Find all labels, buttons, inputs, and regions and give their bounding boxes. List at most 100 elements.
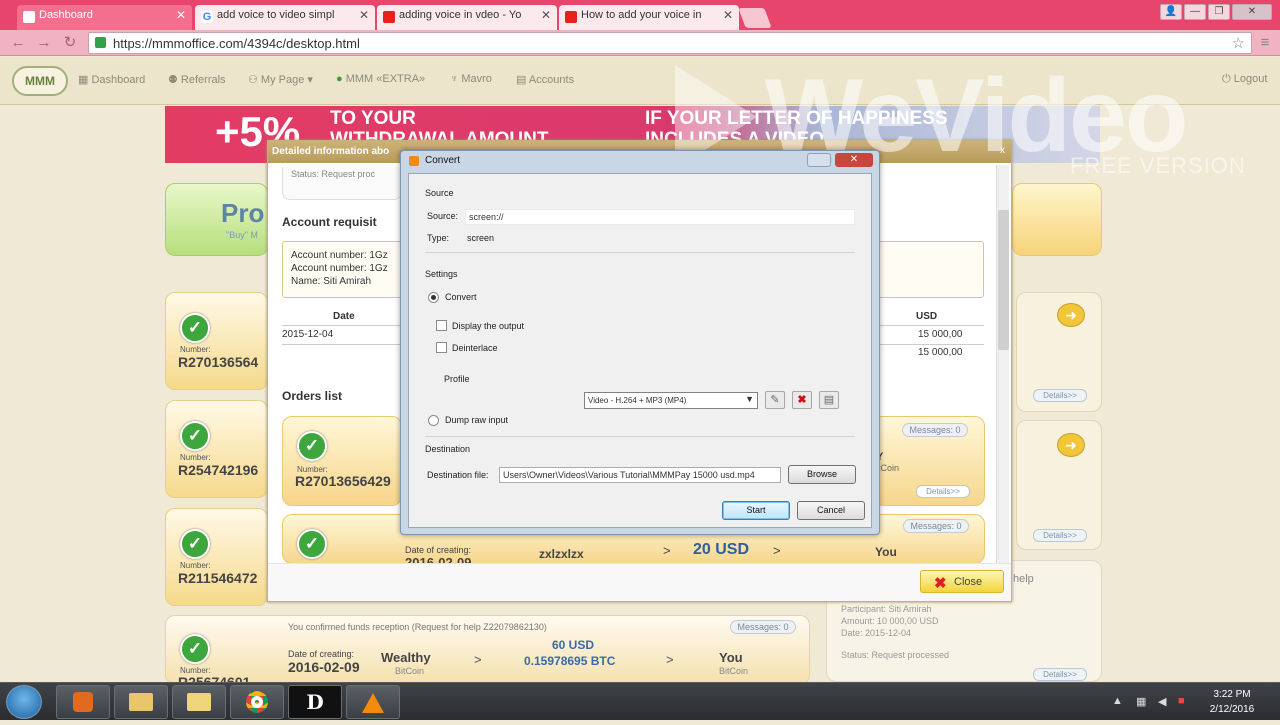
chrome-icon[interactable]	[230, 685, 284, 719]
logout-link[interactable]: ⏻ Logout	[1222, 73, 1267, 86]
right-card[interactable]: ➜ Details>>	[1016, 292, 1102, 412]
dropdown-arrow-icon: ▼	[745, 394, 754, 404]
order-card[interactable]: ✓ Number: R270136564	[165, 292, 268, 390]
messages-button[interactable]: Messages: 0	[902, 423, 968, 437]
user-icon[interactable]: 👤	[1160, 4, 1182, 20]
messages-button[interactable]: Messages: 0	[903, 519, 969, 533]
tray-app-icon[interactable]: ■	[1178, 695, 1185, 707]
nav-label: Mavro	[461, 73, 492, 85]
tab-label: adding voice in vdeo - Yo	[399, 9, 522, 21]
close-tab-icon[interactable]: ✕	[176, 8, 186, 22]
menu-icon[interactable]: ≡	[1256, 34, 1274, 52]
display-output-label: Display the output	[452, 321, 525, 331]
mmm-logo[interactable]: MMM	[12, 66, 68, 96]
modal-order-card-right[interactable]: Messages: 0 Y itCoin Details>>	[873, 416, 985, 506]
minimize-button[interactable]: —	[1184, 4, 1206, 20]
details-button[interactable]: Details>>	[1033, 529, 1087, 542]
right-card[interactable]: ➜ Details>>	[1016, 420, 1102, 550]
tray-volume-icon[interactable]: ◀	[1158, 695, 1166, 708]
messages-button[interactable]: Messages: 0	[730, 620, 796, 634]
source-field[interactable]: screen://	[465, 209, 855, 225]
tray-clock[interactable]: 3:22 PM 2/12/2016	[1192, 687, 1272, 717]
page-favicon-icon	[23, 11, 35, 23]
cancel-button[interactable]: Cancel	[797, 501, 865, 520]
status-line: Status: Request proc	[291, 169, 376, 179]
order-card[interactable]: ✓ Number: R254742196	[165, 400, 268, 498]
details-button[interactable]: Details>>	[1033, 389, 1087, 402]
type-value: screen	[467, 233, 495, 243]
check-icon: ✓	[297, 431, 327, 461]
delete-profile-icon[interactable]: ✖	[792, 391, 812, 409]
tab-youtube-2[interactable]: How to add your voice in ✕	[559, 5, 739, 30]
arrow-right-icon[interactable]: ➜	[1057, 303, 1085, 327]
back-icon[interactable]: ←	[8, 33, 28, 53]
convert-radio[interactable]	[428, 292, 439, 303]
tray-network-icon[interactable]: ▦	[1136, 695, 1146, 708]
close-tab-icon[interactable]: ✕	[541, 8, 551, 22]
edit-profile-icon[interactable]: ✎	[765, 391, 785, 409]
arrow-icon: >	[666, 652, 674, 667]
browse-button[interactable]: Browse	[788, 465, 856, 484]
promo-subtitle: "Buy" M	[226, 230, 258, 240]
nav-mavro[interactable]: ♆ Mavro	[450, 73, 492, 85]
details-button[interactable]: Details>>	[1033, 668, 1087, 681]
order-to-sub: BitCoin	[719, 666, 749, 676]
nav-my-page[interactable]: ⚇ My Page ▾	[248, 73, 313, 86]
destination-file-input[interactable]: Users\Owner\Videos\Various Tutorial\MMMP…	[499, 467, 781, 483]
order-to: You	[719, 650, 743, 665]
new-tab-button[interactable]	[738, 8, 772, 28]
modal-scrollbar[interactable]	[996, 165, 1009, 563]
order-number: R270136564	[178, 354, 259, 370]
close-window-button[interactable]: ✕	[1232, 4, 1272, 20]
close-button[interactable]: ✖ Close	[920, 570, 1004, 593]
check-icon: ✓	[180, 313, 210, 343]
display-output-checkbox[interactable]	[436, 320, 447, 331]
modal-order-card[interactable]: ✓ Number: R27013656429	[282, 416, 402, 506]
order-card-last[interactable]: ✓ Number: R25674601 You confirmed funds …	[165, 615, 810, 690]
nav-dashboard[interactable]: ▦ Dashboard	[78, 73, 145, 86]
tab-dashboard[interactable]: Dashboard ✕	[17, 5, 192, 30]
vlc-taskbar-icon[interactable]	[346, 685, 400, 719]
close-dialog-button[interactable]: ✕	[835, 153, 873, 167]
nav-accounts[interactable]: ▤ Accounts	[516, 73, 574, 86]
start-button[interactable]: Start	[722, 501, 790, 520]
forward-icon[interactable]: →	[34, 33, 54, 53]
profile-select[interactable]: Video - H.264 + MP3 (MP4) ▼	[584, 392, 758, 409]
tab-search[interactable]: G add voice to video simpl ✕	[195, 5, 375, 30]
modal-close-icon[interactable]: x	[1000, 145, 1005, 156]
close-tab-icon[interactable]: ✕	[359, 8, 369, 22]
convert-radio-label: Convert	[445, 292, 477, 302]
right-promo-card[interactable]	[1012, 183, 1102, 256]
close-tab-icon[interactable]: ✕	[723, 8, 733, 22]
nav-referrals[interactable]: ⚉ Referrals	[168, 73, 226, 86]
order-number: R27013656429	[295, 473, 391, 489]
tray-arrow-icon[interactable]: ▲	[1112, 695, 1123, 707]
url-input[interactable]: https://mmmoffice.com/4394c/desktop.html…	[88, 32, 1252, 54]
arrow-right-icon[interactable]: ➜	[1057, 433, 1085, 457]
minimize-button[interactable]	[807, 153, 831, 167]
scroll-thumb[interactable]	[998, 210, 1009, 350]
deinterlace-checkbox[interactable]	[436, 342, 447, 353]
nav-mmm-extra[interactable]: ● MMM «EXTRA»	[336, 73, 425, 85]
nav-label: Dashboard	[91, 74, 146, 86]
folder-icon[interactable]	[172, 685, 226, 719]
new-profile-icon[interactable]: ▤	[819, 391, 839, 409]
dump-raw-label: Dump raw input	[445, 415, 509, 425]
tab-youtube-1[interactable]: adding voice in vdeo - Yo ✕	[377, 5, 557, 30]
maximize-button[interactable]: ❐	[1208, 4, 1230, 20]
destination-file-label: Destination file:	[427, 470, 489, 480]
table-header-date: Date	[333, 311, 355, 322]
dump-raw-radio[interactable]	[428, 415, 439, 426]
bookmark-star-icon[interactable]: ☆	[1232, 34, 1245, 52]
file-explorer-icon[interactable]	[114, 685, 168, 719]
reload-icon[interactable]: ↻	[60, 33, 80, 53]
convert-dialog: Convert ✕ Source Source: screen:// Type:…	[400, 150, 880, 535]
details-button[interactable]: Details>>	[916, 485, 970, 498]
d-app-icon[interactable]: D	[288, 685, 342, 719]
order-card[interactable]: ✓ Number: R211546472	[165, 508, 268, 606]
confirm-text: You confirmed funds reception (Request f…	[288, 622, 547, 632]
start-button[interactable]	[6, 685, 42, 719]
status-box: Status: Request proc	[282, 167, 402, 200]
promo-card[interactable]: Pro "Buy" M	[165, 183, 268, 256]
media-player-icon[interactable]	[56, 685, 110, 719]
